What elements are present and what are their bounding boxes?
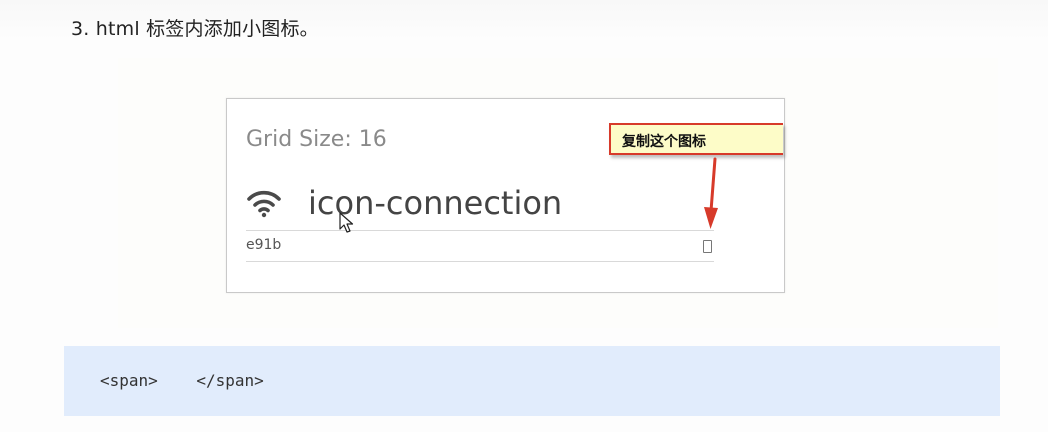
code-row: e91b	[246, 237, 714, 257]
divider	[246, 230, 714, 231]
icon-card: Grid Size: 16 icon-connection e91b 复制这个图…	[226, 98, 785, 293]
divider	[246, 261, 714, 262]
mouse-cursor-icon	[339, 212, 354, 233]
annotation-callout: 复制这个图标	[609, 123, 783, 155]
callout-text: 复制这个图标	[622, 134, 706, 150]
section-heading: 3. html 标签内添加小图标。	[71, 18, 319, 40]
wifi-icon	[246, 188, 282, 218]
icon-row[interactable]: icon-connection	[246, 181, 562, 225]
glyph-preview-icon[interactable]	[703, 240, 712, 253]
grid-size-label: Grid Size: 16	[246, 127, 387, 152]
page: 3. html 标签内添加小图标。 Grid Size: 16 icon-con…	[0, 0, 1048, 432]
icon-code: e91b	[246, 237, 282, 253]
red-arrow-icon	[704, 157, 718, 229]
code-block: <span> </span>	[64, 346, 1000, 416]
code-snippet: <span> </span>	[100, 371, 264, 390]
